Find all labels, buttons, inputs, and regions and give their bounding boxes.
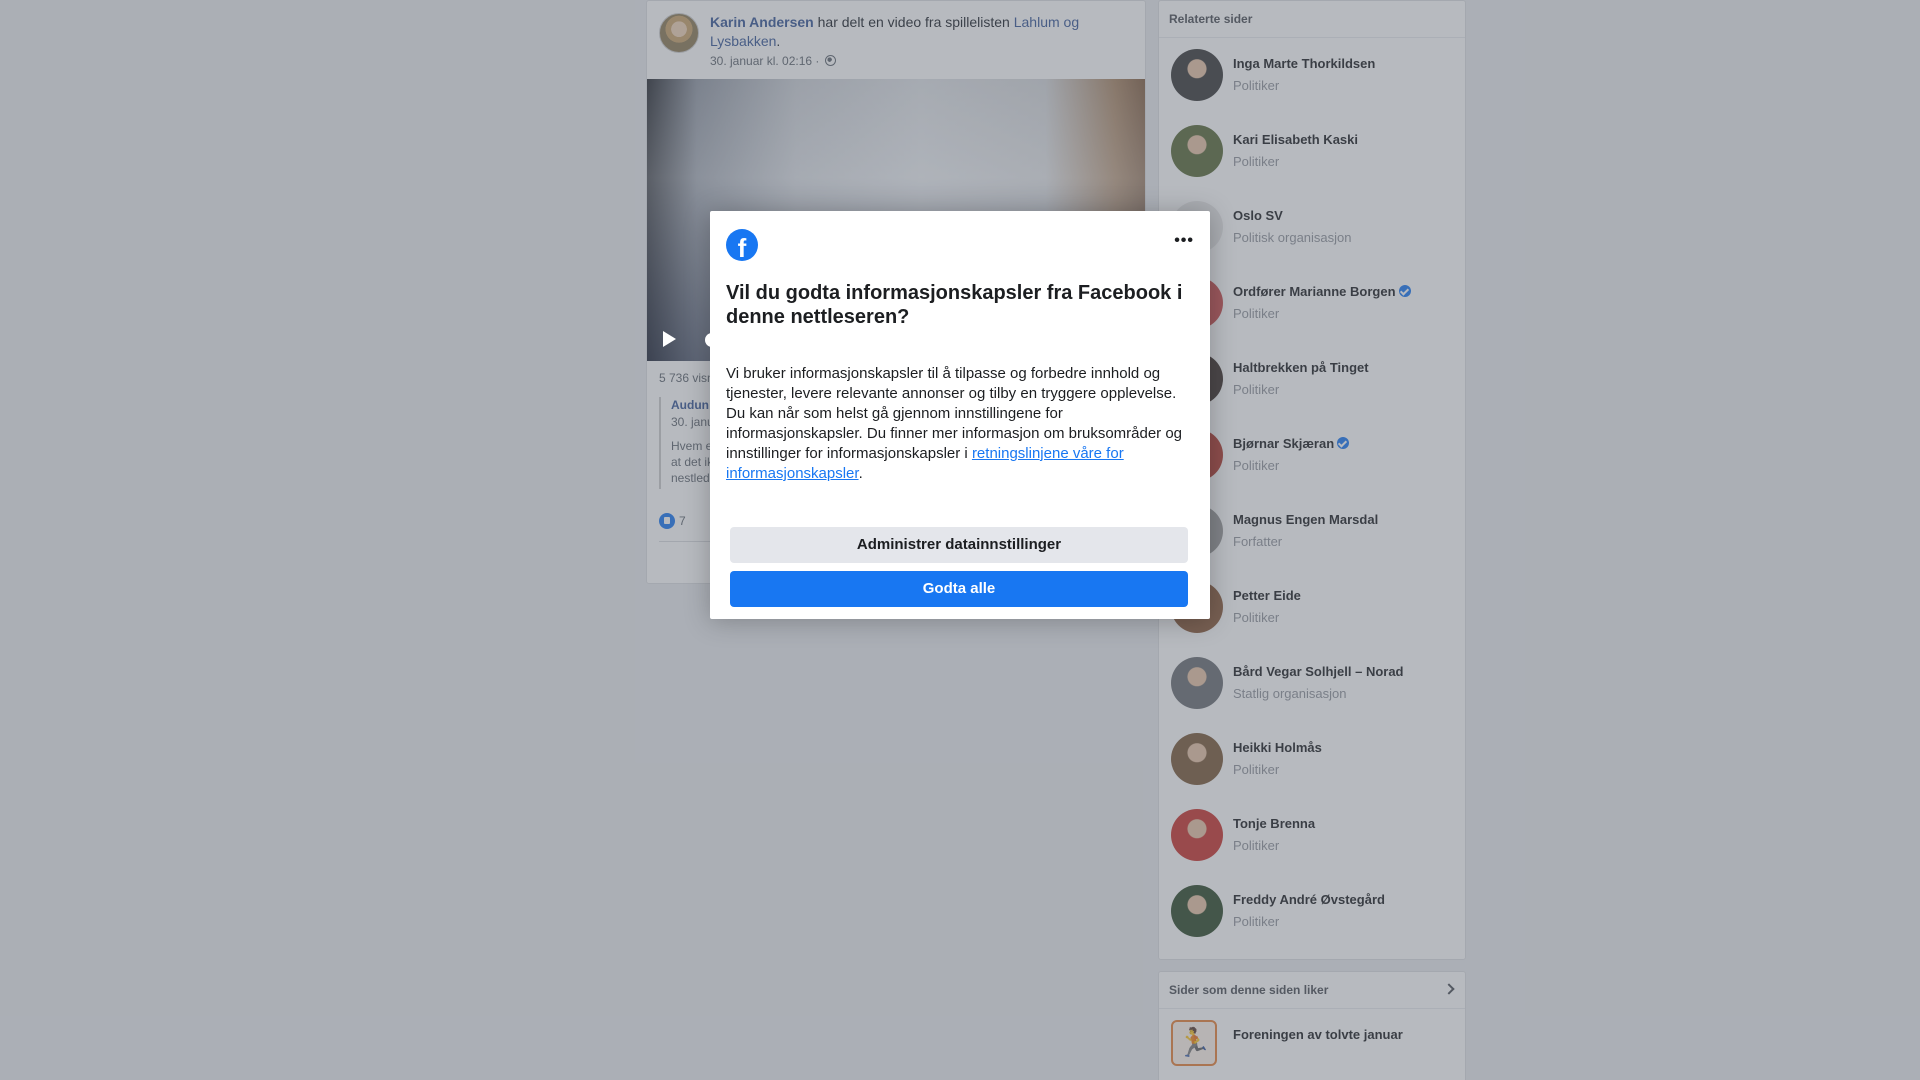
more-options-icon[interactable]: •••: [1174, 233, 1194, 249]
dialog-title: Vil du godta informasjonskapsler fra Fac…: [726, 282, 1183, 328]
volume-icon[interactable]: [705, 333, 719, 347]
play-icon[interactable]: [663, 331, 676, 347]
dialog-body-end: .: [858, 465, 863, 482]
dialog-body: Vi bruker informasjonskapsler til å tilp…: [726, 364, 1198, 484]
manage-data-settings-button[interactable]: Administrer datainnstillinger: [730, 527, 1188, 563]
cookie-consent-dialog: f ••• Vil du godta informasjonskapsler f…: [710, 211, 1210, 619]
accept-all-button[interactable]: Godta alle: [730, 571, 1188, 607]
facebook-logo-icon: f: [726, 229, 758, 261]
